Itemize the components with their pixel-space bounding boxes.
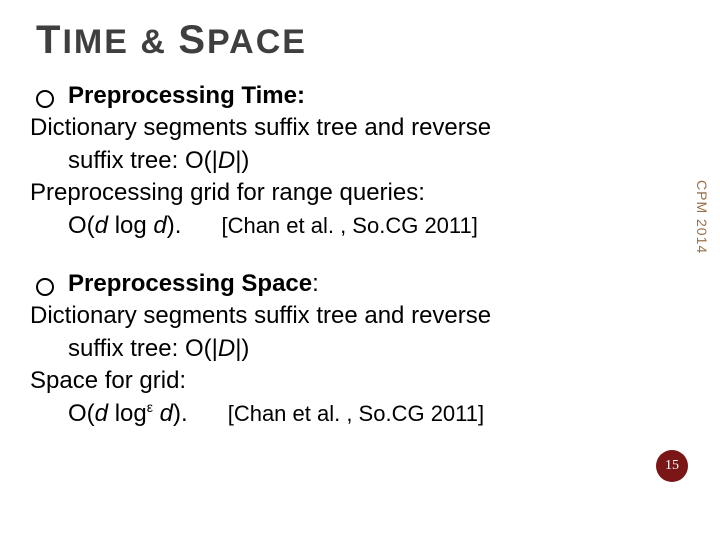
page-number-badge: 15	[656, 450, 688, 482]
section2-line1: Dictionary segments suffix tree and reve…	[30, 300, 650, 332]
title-letter-T: T	[36, 18, 62, 62]
section2-citation: [Chan et al. , So.CG 2011]	[228, 401, 484, 426]
slide-title: TIME & SPACE	[36, 18, 307, 63]
title-amp: &	[129, 23, 178, 61]
page-number: 15	[665, 458, 679, 474]
section1-citation: [Chan et al. , So.CG 2011]	[221, 213, 477, 238]
conference-label: CPM 2014	[694, 180, 710, 254]
bullet-1: Preprocessing Time:	[30, 80, 650, 112]
title-letter-S: S	[178, 18, 207, 62]
section2-line4: O(d logε d). [Chan et al. , So.CG 2011]	[30, 398, 650, 430]
title-part-ime: IME	[62, 23, 128, 61]
section1-heading: Preprocessing Time:	[68, 82, 305, 109]
section1-line3: Preprocessing grid for range queries:	[30, 177, 650, 209]
section1-line4: O(d log d). [Chan et al. , So.CG 2011]	[30, 210, 650, 242]
section2-line3: Space for grid:	[30, 365, 650, 397]
section2-line2: suffix tree: O(|D|)	[30, 333, 650, 365]
bullet-2: Preprocessing Space:	[30, 268, 650, 300]
spacer	[30, 242, 650, 268]
bullet-icon	[36, 278, 54, 296]
slide: { "title": { "t_big": "T", "ime": "IME",…	[0, 0, 720, 540]
slide-body: Preprocessing Time: Dictionary segments …	[30, 80, 650, 430]
section1-line1: Dictionary segments suffix tree and reve…	[30, 112, 650, 144]
title-part-pace: PACE	[207, 23, 307, 61]
section2-heading: Preprocessing Space	[68, 270, 312, 297]
bullet-icon	[36, 90, 54, 108]
section1-line2: suffix tree: O(|D|)	[30, 145, 650, 177]
